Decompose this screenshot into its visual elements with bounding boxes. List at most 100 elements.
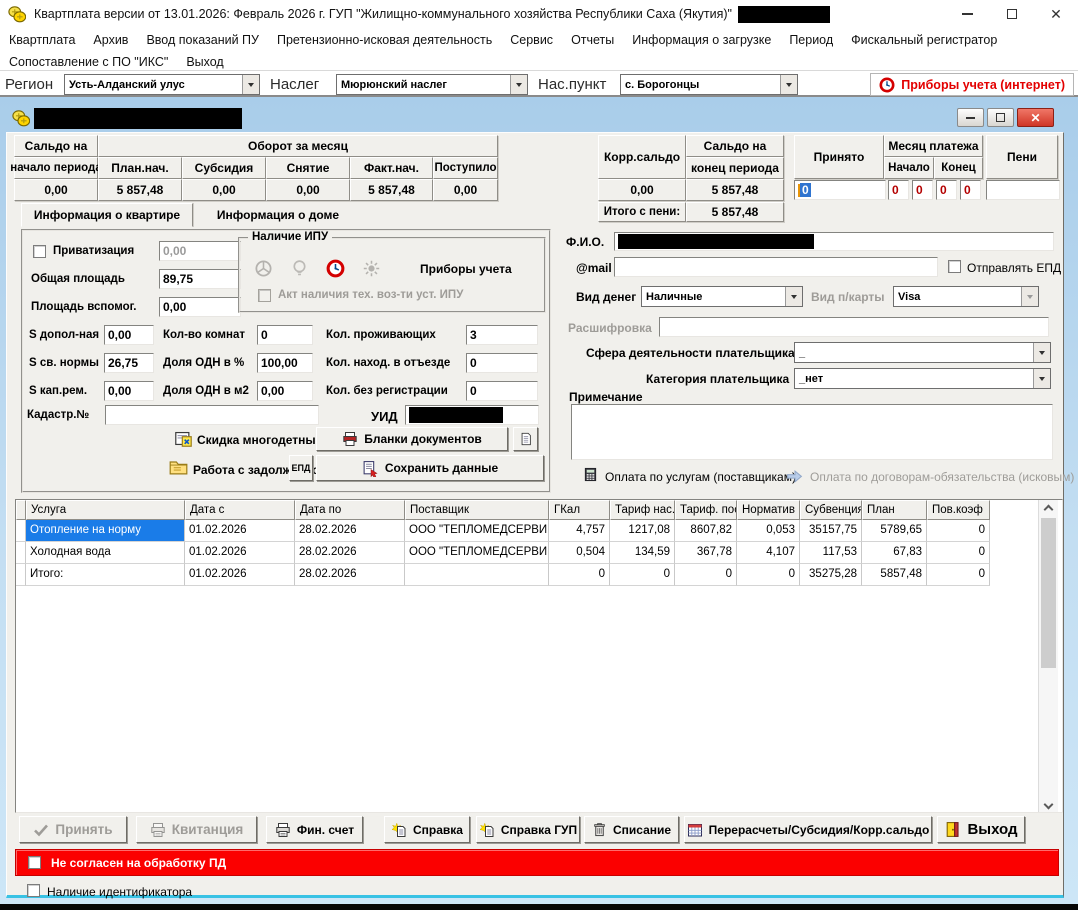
uid-input[interactable] (405, 405, 539, 425)
document-forms-button[interactable]: Бланки документов (316, 427, 508, 451)
chevron-down-icon[interactable] (785, 287, 802, 306)
table-cell: 35157,75 (800, 520, 862, 542)
unregistered-input[interactable]: 0 (466, 381, 538, 401)
recalc-subsidy-button[interactable]: Перерасчеты/Субсидия/Корр.сальдо (684, 816, 932, 843)
menu-item[interactable]: Претензионно-исковая деятельность (268, 33, 501, 47)
payer-category-select[interactable]: _нет (794, 368, 1051, 389)
money-type-select[interactable]: Наличные (641, 286, 803, 307)
scrollbar-thumb[interactable] (1041, 518, 1056, 668)
menu-item[interactable]: Сопоставление с ПО "ИКС" (0, 55, 177, 69)
document-view-button[interactable] (513, 427, 538, 451)
table-cell: 8607,82 (675, 520, 737, 542)
table-cell: Отопление на норму (26, 520, 185, 542)
chevron-down-icon[interactable] (1033, 369, 1050, 388)
child-minimize-button[interactable] (957, 108, 984, 127)
away-input[interactable]: 0 (466, 353, 538, 373)
column-header[interactable]: Пов.коэф (927, 500, 990, 520)
menu-item[interactable]: Сервис (501, 33, 562, 47)
menu-item[interactable]: Отчеты (562, 33, 623, 47)
accepted-input[interactable]: 0 (794, 180, 886, 200)
meters-internet-button[interactable]: Приборы учета (интернет) (870, 73, 1074, 96)
subsidy-header: Субсидия (182, 157, 266, 179)
s-norm-input[interactable]: 26,75 (104, 353, 154, 373)
total-with-penalty-value: 5 857,48 (686, 202, 784, 222)
identifier-checkbox[interactable] (27, 884, 40, 897)
region-select[interactable]: Усть-Алданский улус (64, 74, 260, 95)
column-header[interactable]: Услуга (26, 500, 185, 520)
vertical-scrollbar[interactable] (1038, 500, 1058, 812)
payer-sphere-select[interactable]: _ (794, 342, 1051, 363)
send-epd-checkbox[interactable] (948, 260, 961, 273)
writeoff-button[interactable]: Списание (584, 816, 679, 843)
table-row[interactable]: Холодная вода01.02.202628.02.2026ООО "ТЕ… (16, 542, 1062, 564)
chevron-down-icon[interactable] (1033, 343, 1050, 362)
s-capital-input[interactable]: 0,00 (104, 381, 154, 401)
menu-item[interactable]: Ввод показаний ПУ (137, 33, 268, 47)
table-cell: 0 (927, 520, 990, 542)
epd-button[interactable]: ЕПД (289, 455, 313, 481)
residents-input[interactable]: 3 (466, 325, 538, 345)
rooms-input[interactable]: 0 (257, 325, 313, 345)
child-maximize-button[interactable] (987, 108, 1014, 127)
consent-checkbox[interactable] (28, 856, 41, 869)
menu-item[interactable]: Выход (177, 55, 232, 69)
menu-item[interactable]: Информация о загрузке (623, 33, 780, 47)
email-input[interactable] (614, 257, 938, 277)
decryption-input[interactable] (659, 317, 1049, 337)
month-end-2-input[interactable]: 0 (960, 180, 981, 200)
column-header[interactable]: Поставщик (405, 500, 549, 520)
menu-item[interactable]: Архив (84, 33, 137, 47)
child-close-button[interactable]: ✕ (1017, 108, 1054, 127)
column-header[interactable]: План (862, 500, 927, 520)
aux-area-input[interactable]: 0,00 (159, 297, 241, 317)
chevron-down-icon[interactable] (510, 75, 527, 94)
heat-meter-icon[interactable] (326, 259, 345, 278)
odn-m2-input[interactable]: 0,00 (257, 381, 313, 401)
tab-apartment-info[interactable]: Информация о квартире (21, 203, 193, 227)
table-cell: 28.02.2026 (295, 520, 405, 542)
aux-area-label: Площадь вспомог. (31, 301, 136, 313)
scroll-down-icon[interactable] (1044, 800, 1054, 810)
minimize-button[interactable] (945, 0, 989, 28)
away-label: Кол. наход. в отъезде (326, 357, 450, 369)
privatization-checkbox[interactable] (33, 245, 46, 258)
table-row[interactable]: Итого:01.02.202628.02.2026000035275,2858… (16, 564, 1062, 586)
penalty-input[interactable] (986, 180, 1060, 200)
note-textarea[interactable] (571, 404, 1053, 460)
total-area-input[interactable]: 89,75 (159, 269, 241, 289)
fin-account-button[interactable]: Фин. счет (266, 816, 363, 843)
odn-percent-input[interactable]: 100,00 (257, 353, 313, 373)
certificate-gup-button[interactable]: Справка ГУП (476, 816, 580, 843)
column-header[interactable]: Тариф нас. (610, 500, 675, 520)
save-data-button[interactable]: Сохранить данные (316, 455, 544, 481)
s-additional-input[interactable]: 0,00 (104, 325, 154, 345)
tab-house-info[interactable]: Информация о доме (203, 203, 353, 227)
column-header[interactable]: Тариф. пост (675, 500, 737, 520)
column-header[interactable]: Дата по (295, 500, 405, 520)
menu-item[interactable]: Фискальный регистратор (842, 33, 1006, 47)
month-end-1-input[interactable]: 0 (936, 180, 957, 200)
table-row[interactable]: Отопление на норму01.02.202628.02.2026ОО… (16, 520, 1062, 542)
column-header[interactable]: ГКал (549, 500, 610, 520)
menu-item[interactable]: Период (780, 33, 842, 47)
column-header[interactable]: Субвенция (800, 500, 862, 520)
column-header[interactable]: Норматив (737, 500, 800, 520)
settlement-select[interactable]: с. Борогонцы (620, 74, 798, 95)
plan-header: План.нач. (98, 157, 182, 179)
scroll-up-icon[interactable] (1044, 505, 1054, 515)
certificate-button[interactable]: Справка (384, 816, 470, 843)
maximize-button[interactable] (990, 0, 1034, 28)
chevron-down-icon[interactable] (780, 75, 797, 94)
nasleg-select[interactable]: Мюрюнский наслег (336, 74, 528, 95)
fio-input[interactable] (614, 232, 1054, 251)
pay-by-services-link[interactable]: Оплата по услугам (поставщикам) (605, 470, 796, 484)
menu-item[interactable]: Квартплата (0, 33, 84, 47)
month-start-1-input[interactable]: 0 (888, 180, 909, 200)
column-header[interactable]: Дата с (185, 500, 295, 520)
row-indicator-gutter (16, 542, 26, 564)
month-start-2-input[interactable]: 0 (912, 180, 933, 200)
cadastre-input[interactable] (105, 405, 319, 425)
exit-button[interactable]: Выход (937, 816, 1025, 843)
chevron-down-icon[interactable] (242, 75, 259, 94)
close-button[interactable]: ✕ (1034, 0, 1078, 28)
